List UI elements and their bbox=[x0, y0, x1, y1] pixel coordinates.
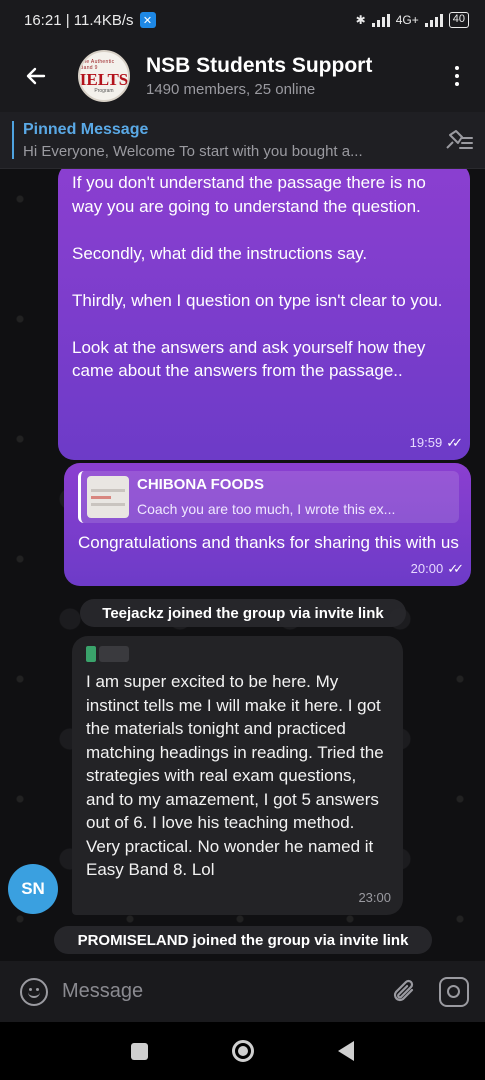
message-bubble-incoming[interactable]: I am super excited to be here. My instin… bbox=[72, 636, 403, 915]
smile-icon bbox=[28, 991, 40, 998]
attach-button[interactable] bbox=[385, 972, 425, 1012]
message-time: 20:00 bbox=[410, 560, 444, 576]
arrow-left-icon bbox=[26, 67, 46, 85]
chat-header: The Authentic Band 9 IELTS Program NSB S… bbox=[0, 40, 485, 112]
recent-apps-button[interactable] bbox=[131, 1042, 148, 1060]
avatar-logo-top: The Authentic Band 9 bbox=[80, 58, 115, 71]
double-check-icon: ✓✓ bbox=[447, 560, 464, 576]
signal-icon bbox=[371, 13, 390, 27]
message-text: Secondly, what did the instructions say. bbox=[72, 243, 368, 263]
message-time: 19:59 bbox=[409, 434, 443, 450]
pin-list-icon bbox=[446, 130, 473, 149]
pinned-list-button[interactable] bbox=[433, 115, 485, 165]
pinned-content: Pinned Message Hi Everyone, Welcome To s… bbox=[23, 121, 433, 160]
chat-history[interactable]: If you don't understand the passage ther… bbox=[0, 169, 485, 961]
more-menu-button[interactable] bbox=[437, 48, 477, 104]
group-avatar[interactable]: The Authentic Band 9 IELTS Program bbox=[78, 50, 130, 102]
service-message: Teejackz joined the group via invite lin… bbox=[80, 599, 406, 627]
battery-icon: 40 bbox=[448, 12, 469, 28]
reply-content: CHIBONA FOODS Coach you are too much, I … bbox=[137, 473, 459, 522]
message-input[interactable] bbox=[62, 971, 385, 1012]
message-composer bbox=[0, 961, 485, 1022]
double-check-icon: ✓✓ bbox=[446, 434, 463, 450]
message-bubble-outgoing[interactable]: CHIBONA FOODS Coach you are too much, I … bbox=[64, 463, 471, 586]
group-info[interactable]: NSB Students Support 1490 members, 25 on… bbox=[146, 54, 437, 98]
sender-name-redacted bbox=[99, 646, 129, 662]
system-nav-bar bbox=[0, 1022, 485, 1080]
signal-icon-2 bbox=[424, 13, 443, 27]
network-type: 4G+ bbox=[395, 13, 419, 27]
pinned-title: Pinned Message bbox=[23, 120, 149, 138]
message-meta: 20:00 ✓✓ bbox=[410, 557, 464, 581]
message-text: If you don't understand the passage ther… bbox=[72, 173, 426, 216]
message-text: I am super excited to be here. My instin… bbox=[86, 672, 384, 879]
emoji-button[interactable] bbox=[20, 977, 48, 1006]
app-notification-icon: ✕ bbox=[139, 12, 156, 28]
system-back-button[interactable] bbox=[338, 1041, 354, 1061]
sender-name[interactable] bbox=[86, 642, 389, 666]
pinned-indicator bbox=[12, 121, 14, 159]
message-meta: 19:59 ✓✓ bbox=[409, 431, 463, 455]
message-text: Look at the answers and ask yourself how… bbox=[72, 337, 426, 381]
service-message: PROMISELAND joined the group via invite … bbox=[54, 926, 432, 954]
reply-quote[interactable]: CHIBONA FOODS Coach you are too much, I … bbox=[78, 471, 459, 523]
message-bubble-outgoing[interactable]: If you don't understand the passage ther… bbox=[58, 169, 470, 460]
reply-preview: Coach you are too much, I wrote this ex.… bbox=[137, 501, 396, 517]
bluetooth-icon: ✱ bbox=[355, 13, 366, 27]
status-bar: 16:21 | 11.4KB/s ✕ ✱ 4G+ 40 bbox=[0, 0, 485, 40]
pinned-message-bar[interactable]: Pinned Message Hi Everyone, Welcome To s… bbox=[0, 112, 485, 169]
avatar-logo-bottom: Program bbox=[94, 87, 114, 94]
message-meta: 23:00 bbox=[358, 886, 391, 910]
status-time: 16:21 | 11.4KB/s bbox=[24, 11, 134, 29]
message-text: Congratulations and thanks for sharing t… bbox=[78, 533, 459, 552]
group-subtitle: 1490 members, 25 online bbox=[146, 81, 316, 98]
sender-avatar[interactable]: SN bbox=[8, 864, 58, 914]
reply-author: CHIBONA FOODS bbox=[137, 475, 264, 493]
sender-initial bbox=[86, 646, 96, 662]
reply-thumbnail bbox=[87, 476, 129, 518]
more-vertical-icon bbox=[455, 66, 459, 86]
message-text: Thirdly, when I question on type isn't c… bbox=[72, 290, 443, 310]
message-time: 23:00 bbox=[358, 889, 391, 905]
avatar-logo-main: IELTS bbox=[79, 69, 129, 89]
home-button[interactable] bbox=[232, 1040, 254, 1062]
paperclip-icon bbox=[393, 979, 414, 1001]
back-button[interactable] bbox=[8, 48, 64, 104]
camera-button[interactable] bbox=[439, 976, 469, 1007]
group-title: NSB Students Support bbox=[146, 54, 373, 77]
pinned-preview: Hi Everyone, Welcome To start with you b… bbox=[23, 142, 363, 160]
